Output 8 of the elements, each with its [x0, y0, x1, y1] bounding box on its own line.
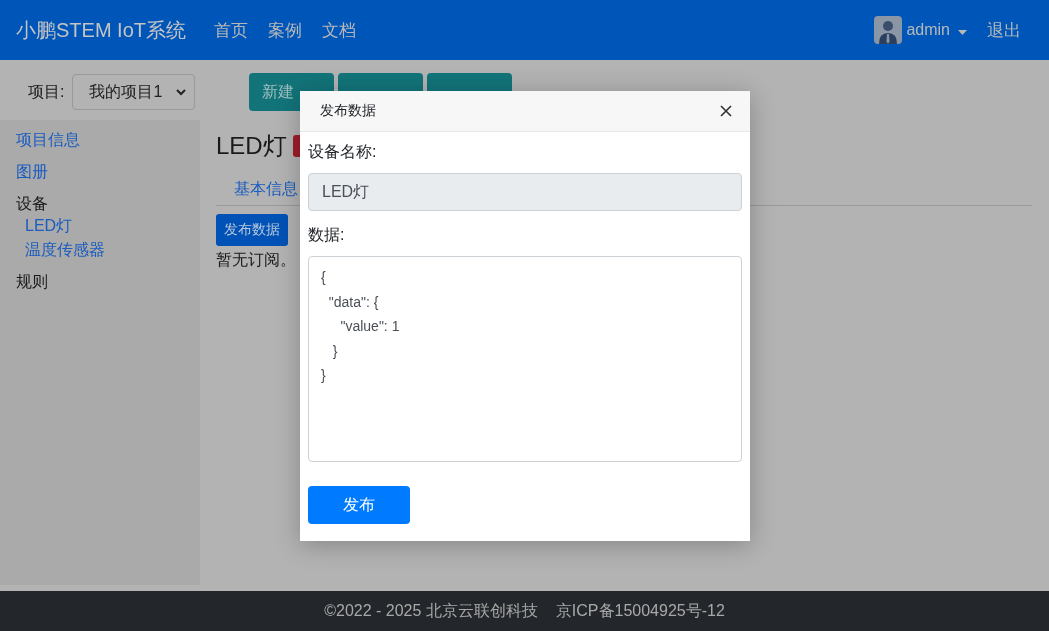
empty-message: 暂无订阅。 — [216, 250, 297, 270]
field-label: 设备名称: — [308, 142, 378, 162]
sidebar-heading: 设备 — [16, 194, 49, 214]
sidebar-heading: 规则 — [16, 272, 49, 292]
field-label: 数据: — [308, 225, 346, 245]
copyright-text: ©2022 - 2025 北京云联创科技 — [324, 600, 538, 621]
device-title: LED灯 — [216, 131, 287, 161]
project-label: 项目: — [28, 81, 65, 102]
